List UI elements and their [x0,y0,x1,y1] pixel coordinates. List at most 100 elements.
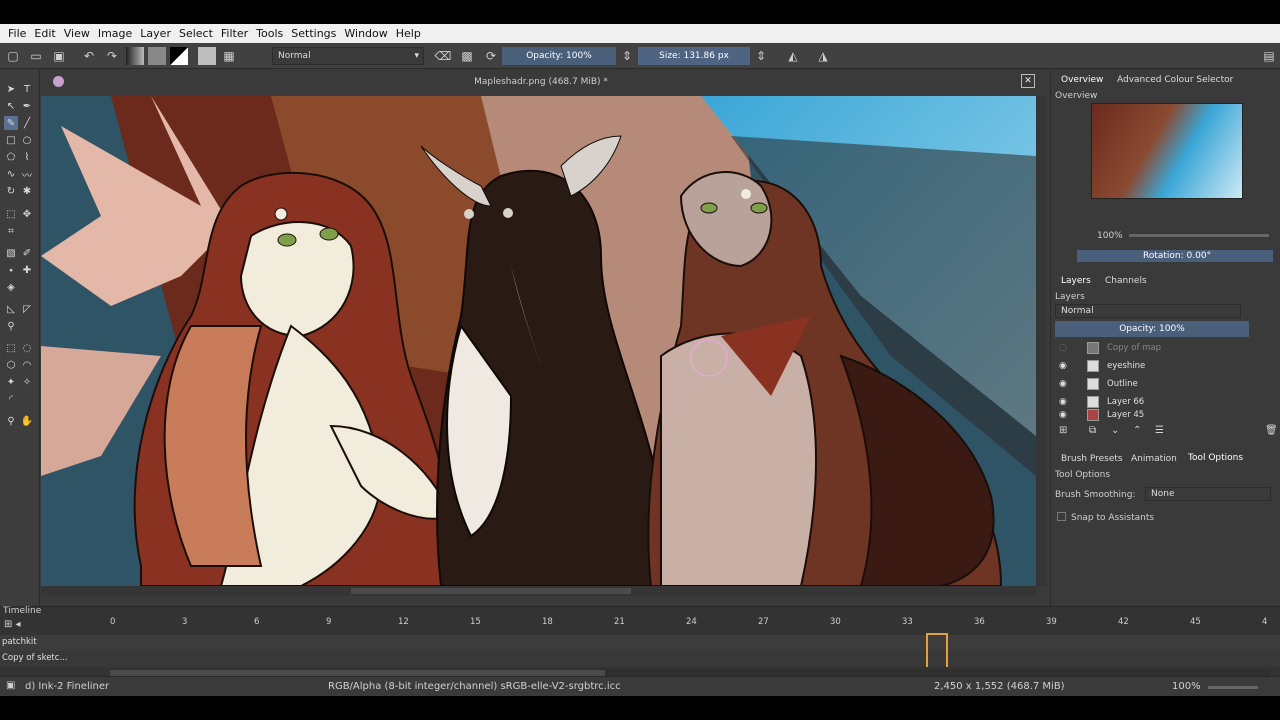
multibrush-icon[interactable]: ✱ [20,184,34,198]
polygon-select-icon[interactable]: ⬡ [4,358,18,372]
contiguous-select-icon[interactable]: ✦ [4,375,18,389]
menu-image[interactable]: Image [94,27,136,40]
playhead[interactable] [926,633,948,667]
bezier-select-icon[interactable]: ◜ [4,392,18,406]
open-document-icon[interactable]: ▭ [26,46,46,66]
bezier-tool-icon[interactable]: ∿ [4,167,18,181]
zoom-tool-icon[interactable]: ⚲ [4,414,18,428]
menu-select[interactable]: Select [175,27,217,40]
alpha-lock-icon[interactable]: ▩ [457,46,477,66]
eye-icon[interactable]: ◉ [1059,361,1067,371]
similar-select-icon[interactable]: ✧ [20,375,34,389]
menu-view[interactable]: View [60,27,94,40]
colorize-mask-icon[interactable]: ⬩ [4,263,18,277]
edit-shapes-icon[interactable]: ↖ [4,99,18,113]
add-frame-icon[interactable]: ⊞ ◂ [4,619,21,630]
brush-preset-status-icon[interactable]: ▣ [6,680,15,691]
dynamic-brush-icon[interactable]: ↻ [4,184,18,198]
pattern-swatch[interactable] [148,46,166,65]
ellipse-tool-icon[interactable]: ○ [20,133,34,147]
reference-tool-icon[interactable]: ⚲ [4,319,18,333]
snap-checkbox[interactable] [1057,512,1066,521]
tab-overview[interactable]: Overview [1061,75,1103,85]
menu-settings[interactable]: Settings [287,27,340,40]
menu-filter[interactable]: Filter [217,27,252,40]
gradient-swatch[interactable] [126,46,144,65]
duplicate-layer-icon[interactable]: ⧉ [1089,425,1096,436]
menu-window[interactable]: Window [340,27,391,40]
tab-animation[interactable]: Animation [1131,454,1177,464]
eye-icon[interactable]: ◉ [1059,379,1067,389]
hidden-eye-icon[interactable]: ◌ [1059,343,1067,353]
opacity-slider[interactable]: Opacity: 100% [502,47,616,65]
freehand-brush-icon[interactable]: ✎ [4,116,18,130]
brush-preset-icon[interactable] [198,46,216,65]
move-up-icon[interactable]: ⌃ [1133,425,1141,436]
assistant-tool-icon[interactable]: ◺ [4,302,18,316]
zoom-slider[interactable] [1208,686,1258,689]
size-slider[interactable]: Size: 131.86 px [638,47,750,65]
menu-help[interactable]: Help [392,27,425,40]
eye-icon[interactable]: ◉ [1059,397,1067,407]
layer-properties-icon[interactable]: ☰ [1155,425,1164,436]
mirror-horizontal-icon[interactable]: ◭ [783,46,803,66]
eye-icon[interactable]: ◉ [1059,410,1067,420]
tab-tool-options[interactable]: Tool Options [1188,453,1243,463]
add-layer-icon[interactable]: ⊞ [1059,425,1067,436]
menu-edit[interactable]: Edit [30,27,59,40]
layer-opacity-slider[interactable]: Opacity: 100% [1055,321,1249,337]
fill-tool-icon[interactable]: ◈ [4,280,18,294]
overview-zoom-slider[interactable] [1129,234,1269,237]
tab-advanced-colour-selector[interactable]: Advanced Colour Selector [1117,75,1233,85]
reload-preset-icon[interactable]: ⟳ [481,46,501,66]
calligraphy-icon[interactable]: ✒ [20,99,34,113]
layer-row[interactable]: ◉ Outline [1055,375,1277,393]
overview-thumbnail[interactable] [1091,103,1243,199]
layer-row[interactable]: ◉ eyeshine [1055,357,1277,375]
undo-icon[interactable]: ↶ [79,46,99,66]
smart-patch-icon[interactable]: ✚ [20,263,34,277]
canvas-horizontal-scrollbar[interactable] [41,586,1036,596]
tab-brush-presets[interactable]: Brush Presets [1061,454,1123,464]
text-tool-icon[interactable]: T [20,82,34,96]
freehand-path-icon[interactable]: 〰 [20,167,34,182]
blend-mode-select[interactable]: Normal ▾ [272,47,424,65]
frame-ruler[interactable]: 0 3 6 9 12 15 18 21 24 27 30 33 36 39 42 45 4 [110,617,1270,635]
ellipse-select-icon[interactable]: ◌ [20,341,34,355]
polygon-tool-icon[interactable]: ⬠ [4,150,18,164]
tab-layers[interactable]: Layers [1061,276,1091,286]
track-row[interactable]: Copy of sketc... [0,651,1280,667]
line-tool-icon[interactable]: ╱ [20,116,34,130]
select-shapes-icon[interactable]: ➤ [4,82,18,96]
redo-icon[interactable]: ↷ [102,46,122,66]
measure-tool-icon[interactable]: ◸ [20,302,34,316]
save-icon[interactable]: ▣ [49,46,69,66]
canvas[interactable] [41,96,1036,586]
mirror-vertical-icon[interactable]: ◮ [813,46,833,66]
workspace-icon[interactable]: ▤ [1259,46,1279,66]
move-down-icon[interactable]: ⌄ [1111,425,1119,436]
tab-channels[interactable]: Channels [1105,276,1147,286]
track-row[interactable]: patchkit [0,635,1280,651]
pan-tool-icon[interactable]: ✋ [20,414,34,428]
opacity-stepper-icon[interactable]: ⇕ [617,46,637,66]
layer-row[interactable]: ◌ Copy of map [1055,339,1277,357]
rect-select-icon[interactable]: ⬚ [4,341,18,355]
gradient-tool-icon[interactable]: ▧ [4,246,18,260]
scroll-thumb[interactable] [351,588,631,594]
new-document-icon[interactable]: ▢ [3,46,23,66]
layer-blend-select[interactable]: Normal [1055,304,1241,318]
canvas-vertical-scrollbar[interactable] [1036,96,1046,586]
fg-bg-color-icon[interactable] [170,46,188,65]
move-tool-icon[interactable]: ✥ [20,207,34,221]
rectangle-tool-icon[interactable]: □ [4,133,18,147]
close-document-icon[interactable]: ✕ [1021,74,1035,88]
delete-layer-icon[interactable]: 🗑 [1265,425,1278,436]
brush-smoothing-select[interactable]: None [1145,487,1271,501]
size-stepper-icon[interactable]: ⇕ [751,46,771,66]
color-picker-icon[interactable]: ✐ [20,246,34,260]
layer-row[interactable]: ◉ Layer 45 [1055,409,1277,421]
freehand-select-icon[interactable]: ◠ [20,358,34,372]
menu-file[interactable]: File [4,27,30,40]
polyline-tool-icon[interactable]: ⌇ [20,150,34,164]
